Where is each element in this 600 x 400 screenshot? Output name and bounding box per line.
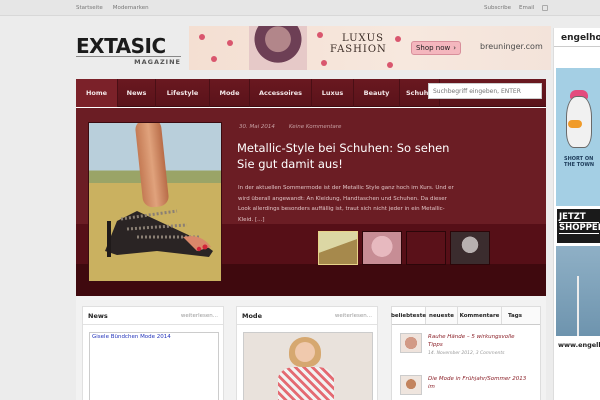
petal-icon bbox=[199, 34, 205, 40]
shop-now-button[interactable]: Shop now › bbox=[411, 41, 461, 55]
banner-brand: breuninger.com bbox=[480, 42, 543, 51]
nav-mode[interactable]: Mode bbox=[210, 79, 250, 107]
post-comments[interactable]: Keine Kommentare bbox=[289, 124, 341, 130]
sidebar-tabs: beliebteste neueste Kommentare Tags bbox=[391, 307, 540, 325]
mode-title: Mode bbox=[242, 311, 262, 320]
skyscraper-ad[interactable]: engelhorn SHORT ON THE TOWN JETZT SHOPPE… bbox=[553, 28, 600, 400]
search-input[interactable] bbox=[428, 83, 542, 99]
news-widget: News weiterlesen... Gisele Bündchen Mode… bbox=[82, 306, 224, 400]
slider-thumbnails bbox=[318, 231, 490, 265]
mode-image[interactable] bbox=[243, 332, 373, 400]
tab-tags[interactable]: Tags bbox=[502, 307, 528, 324]
nav-beauty[interactable]: Beauty bbox=[354, 79, 400, 107]
news-image-box[interactable]: Gisele Bündchen Mode 2014 bbox=[89, 332, 219, 400]
mode-header: Mode weiterlesen... bbox=[237, 307, 377, 325]
nav-luxus[interactable]: Luxus bbox=[312, 79, 354, 107]
sky-url: www.engelhorn bbox=[558, 341, 600, 349]
email-link[interactable]: Email bbox=[519, 5, 534, 11]
post-title[interactable]: Rauhe Hände – 5 wirkungsvolle Tipps bbox=[428, 333, 528, 349]
nav-accessoires[interactable]: Accessoires bbox=[250, 79, 312, 107]
top-links-right: Subscribe Email bbox=[484, 5, 549, 11]
mode-more-link[interactable]: weiterlesen... bbox=[335, 313, 372, 319]
main-content: Home News Lifestyle Mode Accessoires Lux… bbox=[76, 79, 546, 400]
content-area: News weiterlesen... Gisele Bündchen Mode… bbox=[76, 296, 546, 400]
mode-widget: Mode weiterlesen... bbox=[236, 306, 378, 400]
slider-thumb-1[interactable] bbox=[318, 231, 358, 265]
chevron-right-icon: › bbox=[453, 44, 457, 52]
woman-scarf bbox=[278, 367, 334, 400]
list-item[interactable]: Die Mode in Frühjahr/Sommer 2013 im bbox=[400, 375, 528, 395]
shop-now-label: Shop now bbox=[415, 44, 451, 52]
logo-word: EXTASIC bbox=[76, 34, 166, 58]
tab-popular[interactable]: beliebteste bbox=[391, 307, 426, 324]
petal-icon bbox=[387, 62, 393, 68]
banner-headline: LUXUS FASHION bbox=[330, 33, 387, 55]
featured-excerpt: In der aktuellen Sommermode ist der Meta… bbox=[238, 185, 454, 223]
slider-thumb-2[interactable] bbox=[362, 231, 402, 265]
subscribe-link[interactable]: Subscribe bbox=[484, 5, 511, 11]
top-links-left: Startseite Modemarken bbox=[76, 5, 149, 11]
woman-face bbox=[295, 342, 315, 362]
post-thumb[interactable] bbox=[400, 333, 422, 353]
shirt-text: SHORT ON THE TOWN bbox=[564, 156, 595, 168]
featured-image[interactable] bbox=[88, 122, 222, 282]
news-title: News bbox=[88, 311, 108, 320]
featured-slider: 30. Mai 2014 Keine Kommentare Metallic-S… bbox=[76, 108, 546, 296]
main-nav: Home News Lifestyle Mode Accessoires Lux… bbox=[76, 79, 546, 107]
list-item[interactable]: Rauhe Hände – 5 wirkungsvolle Tipps 14. … bbox=[400, 333, 528, 356]
slider-thumb-4[interactable] bbox=[450, 231, 490, 265]
sky-cta-1: JETZT bbox=[559, 212, 599, 223]
post-meta: 30. Mai 2014 Keine Kommentare bbox=[239, 124, 341, 130]
news-header: News weiterlesen... bbox=[83, 307, 223, 325]
news-more-link[interactable]: weiterlesen... bbox=[181, 313, 218, 319]
top-bar: Startseite Modemarken Subscribe Email bbox=[0, 0, 600, 16]
sky-cta[interactable]: JETZT SHOPPEN bbox=[557, 209, 600, 243]
tab-comments[interactable]: Kommentare bbox=[458, 307, 502, 324]
site-logo[interactable]: EXTASIC MAGAZINE bbox=[76, 34, 181, 66]
banner-model-image bbox=[249, 26, 307, 70]
featured-title[interactable]: Metallic-Style bei Schuhen: So sehen Sie… bbox=[237, 140, 465, 172]
banner-ad[interactable]: LUXUS FASHION Shop now › breuninger.com bbox=[189, 26, 551, 70]
petal-icon bbox=[321, 60, 327, 66]
post-title[interactable]: Die Mode in Frühjahr/Sommer 2013 im bbox=[428, 375, 528, 391]
post-text: Rauhe Hände – 5 wirkungsvolle Tipps 14. … bbox=[428, 333, 528, 356]
news-image-link[interactable]: Gisele Bündchen Mode 2014 bbox=[92, 334, 171, 340]
petal-icon bbox=[395, 36, 401, 42]
banner-headline-1: LUXUS bbox=[342, 33, 384, 44]
slider-thumb-3[interactable] bbox=[406, 231, 446, 265]
post-date: 14. November 2012, 3 Comments bbox=[428, 351, 505, 356]
duck-beak bbox=[568, 120, 582, 128]
petal-icon bbox=[211, 56, 217, 62]
nav-home[interactable]: Home bbox=[76, 79, 118, 107]
nav-news[interactable]: News bbox=[118, 79, 156, 107]
nav-lifestyle[interactable]: Lifestyle bbox=[156, 79, 210, 107]
petal-icon bbox=[317, 32, 323, 38]
tshirt-image: SHORT ON THE TOWN bbox=[556, 68, 600, 206]
sky-cta-2: SHOPPEN bbox=[559, 223, 600, 234]
top-link-home[interactable]: Startseite bbox=[76, 5, 103, 11]
tab-latest[interactable]: neueste bbox=[426, 307, 458, 324]
sky-brand: engelhorn bbox=[554, 28, 600, 47]
post-date: 30. Mai 2014 bbox=[239, 124, 275, 130]
post-text: Die Mode in Frühjahr/Sommer 2013 im bbox=[428, 375, 528, 395]
sidebar-tabs-widget: beliebteste neueste Kommentare Tags Rauh… bbox=[391, 306, 541, 400]
petal-icon bbox=[227, 40, 233, 46]
top-link-brands[interactable]: Modemarken bbox=[113, 5, 149, 11]
post-thumb[interactable] bbox=[400, 375, 422, 395]
sandal-icon bbox=[105, 209, 213, 257]
rss-icon[interactable] bbox=[542, 5, 549, 11]
jeans-image bbox=[556, 246, 600, 336]
banner-headline-2: FASHION bbox=[330, 44, 387, 55]
